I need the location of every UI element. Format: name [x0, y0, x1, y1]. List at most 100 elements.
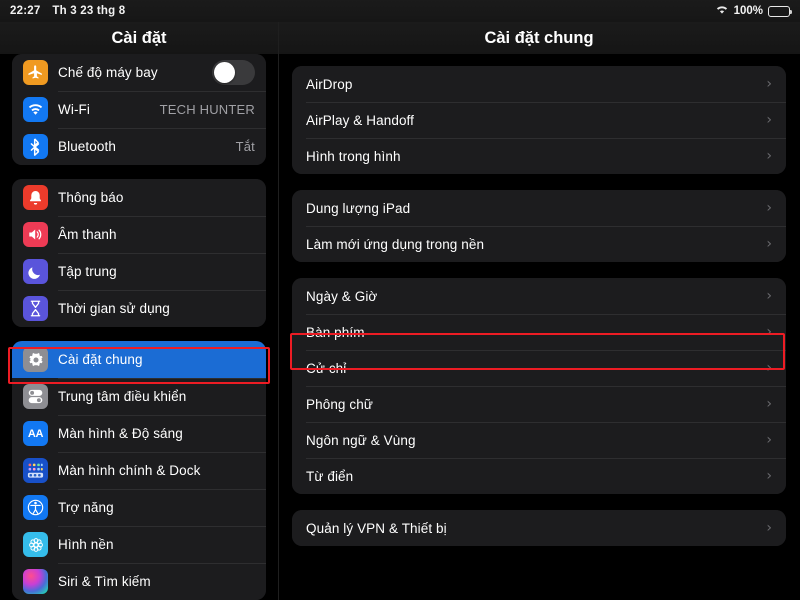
sidebar-item-sounds[interactable]: Âm thanh: [12, 216, 266, 253]
detail-group-sharing: AirDrop › AirPlay & Handoff › Hình trong…: [292, 66, 786, 174]
sidebar-item-focus[interactable]: Tập trung: [12, 253, 266, 290]
detail-item-label: Ngôn ngữ & Vùng: [306, 432, 416, 448]
detail-item-label: AirDrop: [306, 76, 353, 92]
chevron-right-icon: ›: [766, 468, 772, 484]
sidebar-item-label: Wi-Fi: [58, 102, 90, 117]
sidebar-item-label: Chế độ máy bay: [58, 65, 158, 80]
detail-item-dictionary[interactable]: Từ điển ›: [292, 458, 786, 494]
sidebar-item-bluetooth[interactable]: Bluetooth Tắt: [12, 128, 266, 165]
chevron-right-icon: ›: [766, 236, 772, 252]
wifi-network-value: TECH HUNTER: [159, 102, 255, 117]
detail-item-label: Bàn phím: [306, 324, 365, 340]
chevron-right-icon: ›: [766, 360, 772, 376]
sidebar-item-screen-time[interactable]: Thời gian sử dụng: [12, 290, 266, 327]
detail-item-date-time[interactable]: Ngày & Giờ ›: [292, 278, 786, 314]
detail-item-label: Ngày & Giờ: [306, 288, 378, 304]
status-bar-right: 100%: [715, 4, 793, 18]
chevron-right-icon: ›: [766, 432, 772, 448]
sidebar-item-home-screen-dock[interactable]: Màn hình chính & Dock: [12, 452, 266, 489]
sidebar-item-label: Bluetooth: [58, 139, 116, 154]
aa-icon: AA: [23, 421, 48, 446]
sidebar-item-label: Màn hình & Độ sáng: [58, 426, 183, 441]
ipad-settings-screen: 22:27 Th 3 23 thg 8 100% Cài đặt Chế độ …: [0, 0, 800, 600]
wifi-icon: [715, 4, 729, 18]
bell-icon: [23, 185, 48, 210]
airplane-mode-toggle[interactable]: [212, 60, 255, 85]
sidebar-item-wifi[interactable]: Wi-Fi TECH HUNTER: [12, 91, 266, 128]
detail-item-ipad-storage[interactable]: Dung lượng iPad ›: [292, 190, 786, 226]
sidebar-item-display-brightness[interactable]: AA Màn hình & Độ sáng: [12, 415, 266, 452]
sidebar-header: Cài đặt: [0, 22, 278, 54]
sidebar-item-label: Màn hình chính & Dock: [58, 463, 201, 478]
accessibility-icon: [23, 495, 48, 520]
bluetooth-state-value: Tắt: [235, 139, 255, 154]
wifi-icon: [23, 97, 48, 122]
chevron-right-icon: ›: [766, 396, 772, 412]
sidebar-item-label: Cài đặt chung: [58, 352, 143, 367]
sidebar-item-notifications[interactable]: Thông báo: [12, 179, 266, 216]
siri-icon: [23, 569, 48, 594]
detail-item-label: Quản lý VPN & Thiết bị: [306, 520, 447, 536]
detail-item-vpn-device-management[interactable]: Quản lý VPN & Thiết bị ›: [292, 510, 786, 546]
detail-header: Cài đặt chung: [278, 22, 800, 54]
detail-scroll-area[interactable]: AirDrop › AirPlay & Handoff › Hình trong…: [278, 54, 800, 546]
chevron-right-icon: ›: [766, 112, 772, 128]
general-settings-detail-pane[interactable]: Cài đặt chung AirDrop › AirPlay & Handof…: [278, 0, 800, 600]
sidebar-item-label: Trung tâm điều khiển: [58, 389, 187, 404]
sidebar-item-label: Hình nền: [58, 537, 114, 552]
detail-item-fonts[interactable]: Phông chữ ›: [292, 386, 786, 422]
bluetooth-icon: [23, 134, 48, 159]
hourglass-icon: [23, 296, 48, 321]
chevron-right-icon: ›: [766, 200, 772, 216]
sidebar-item-general[interactable]: Cài đặt chung: [12, 341, 266, 378]
wallpaper-flower-icon: [23, 532, 48, 557]
sidebar-item-accessibility[interactable]: Trợ năng: [12, 489, 266, 526]
detail-item-label: Làm mới ứng dụng trong nền: [306, 236, 485, 252]
sidebar-item-wallpaper[interactable]: Hình nền: [12, 526, 266, 563]
sidebar-scroll-area[interactable]: Chế độ máy bay Wi-Fi TECH HUNTER Bluetoo…: [0, 54, 278, 600]
sidebar-item-airplane-mode[interactable]: Chế độ máy bay: [12, 54, 266, 91]
detail-item-keyboard[interactable]: Bàn phím ›: [292, 314, 786, 350]
status-bar-date: Th 3 23 thg 8: [52, 5, 126, 17]
detail-item-airdrop[interactable]: AirDrop ›: [292, 66, 786, 102]
airplane-icon: [23, 60, 48, 85]
gear-icon: [23, 347, 48, 372]
control-center-icon: [23, 384, 48, 409]
detail-item-label: AirPlay & Handoff: [306, 112, 415, 128]
chevron-right-icon: ›: [766, 76, 772, 92]
detail-item-picture-in-picture[interactable]: Hình trong hình ›: [292, 138, 786, 174]
home-screen-icon: [23, 458, 48, 483]
detail-item-label: Hình trong hình: [306, 148, 401, 164]
sidebar-group-system: Cài đặt chung Trung tâm điều khiển AA Mà…: [12, 341, 266, 600]
battery-percent-label: 100%: [733, 5, 763, 17]
speaker-icon: [23, 222, 48, 247]
detail-group-storage: Dung lượng iPad › Làm mới ứng dụng trong…: [292, 190, 786, 262]
detail-item-background-app-refresh[interactable]: Làm mới ứng dụng trong nền ›: [292, 226, 786, 262]
sidebar-item-control-center[interactable]: Trung tâm điều khiển: [12, 378, 266, 415]
detail-title: Cài đặt chung: [484, 28, 594, 47]
sidebar-item-label: Thông báo: [58, 190, 124, 205]
battery-full-icon: [768, 5, 793, 17]
detail-item-label: Cử chỉ: [306, 360, 347, 376]
sidebar-item-siri-search[interactable]: Siri & Tìm kiếm: [12, 563, 266, 600]
chevron-right-icon: ›: [766, 520, 772, 536]
sidebar-group-connectivity: Chế độ máy bay Wi-Fi TECH HUNTER Bluetoo…: [12, 54, 266, 165]
sidebar-item-label: Thời gian sử dụng: [58, 301, 170, 316]
moon-icon: [23, 259, 48, 284]
status-bar: 22:27 Th 3 23 thg 8 100%: [0, 0, 800, 22]
detail-item-language-region[interactable]: Ngôn ngữ & Vùng ›: [292, 422, 786, 458]
sidebar-item-label: Siri & Tìm kiếm: [58, 574, 151, 589]
sidebar-item-label: Tập trung: [58, 264, 117, 279]
detail-item-airplay-handoff[interactable]: AirPlay & Handoff ›: [292, 102, 786, 138]
sidebar-item-label: Trợ năng: [58, 500, 114, 515]
settings-sidebar[interactable]: Cài đặt Chế độ máy bay Wi-Fi TECH HUNTER…: [0, 0, 278, 600]
sidebar-item-label: Âm thanh: [58, 227, 117, 242]
detail-item-label: Dung lượng iPad: [306, 200, 411, 216]
detail-item-label: Phông chữ: [306, 396, 373, 412]
detail-group-vpn-device: Quản lý VPN & Thiết bị ›: [292, 510, 786, 546]
sidebar-group-notifications: Thông báo Âm thanh Tập trung Thời gian s…: [12, 179, 266, 327]
status-bar-time: 22:27: [10, 5, 41, 17]
detail-group-input: Ngày & Giờ › Bàn phím › Cử chỉ › Phông c…: [292, 278, 786, 494]
detail-item-gestures[interactable]: Cử chỉ ›: [292, 350, 786, 386]
pane-divider: [278, 22, 279, 600]
